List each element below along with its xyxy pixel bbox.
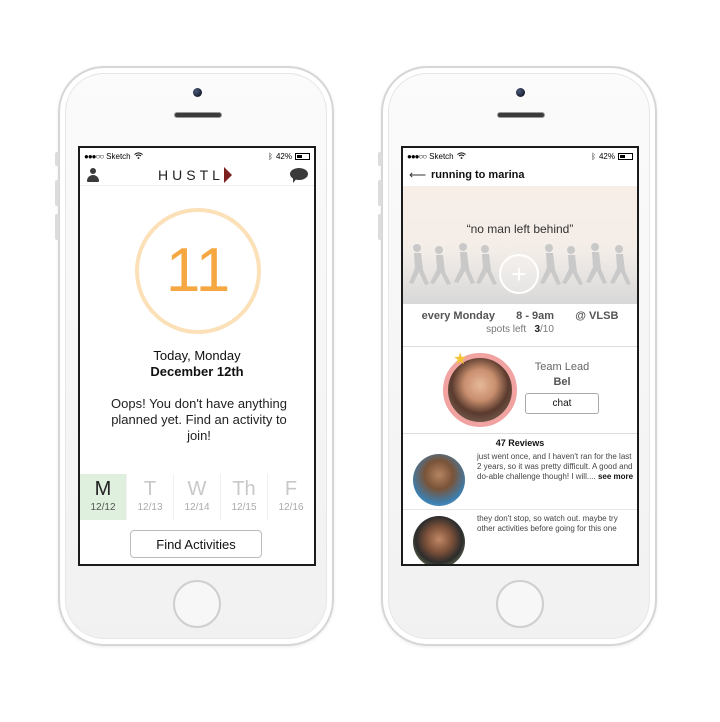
battery-icon [295, 152, 310, 160]
logo-mark-icon [223, 166, 232, 183]
front-camera [516, 88, 525, 97]
day-date: 12/14 [184, 502, 210, 513]
team-lead-role: Team Lead [534, 361, 590, 373]
day-tab-friday[interactable]: F 12/16 [268, 474, 314, 520]
spots-label: spots left [486, 324, 527, 335]
day-date: 12/12 [90, 502, 116, 513]
find-activities-button[interactable]: Find Activities [130, 530, 262, 558]
mute-switch [55, 152, 59, 166]
carrier-label: Sketch [429, 151, 454, 161]
earpiece-speaker [497, 112, 545, 118]
team-lead-card: ★ Team Lead Bel chat [403, 346, 637, 434]
battery-icon [618, 152, 633, 160]
chat-button[interactable]: chat [525, 393, 599, 414]
review-item[interactable]: they don't stop, so watch out. maybe try… [403, 512, 637, 564]
join-plus-button[interactable]: + [499, 254, 539, 294]
plus-icon: + [511, 259, 527, 289]
reviewer-avatar [413, 516, 465, 564]
wifi-icon [456, 151, 466, 161]
battery-percent: 42% [275, 151, 292, 161]
schedule-time: 8 - 9am [516, 310, 555, 322]
messages-icon[interactable] [290, 167, 308, 183]
bluetooth-icon: ᛒ [268, 151, 273, 161]
profile-icon[interactable] [86, 167, 100, 183]
status-bar: ●●●○○ Sketch ᛒ 42% [80, 148, 314, 164]
spots-total: /10 [540, 324, 554, 335]
empty-state-message: Oops! You don't have anything planned ye… [111, 396, 287, 443]
app-header: HUSTL [80, 164, 314, 186]
home-button[interactable] [496, 580, 544, 628]
home-button[interactable] [173, 580, 221, 628]
status-bar: ●●●○○ Sketch ᛒ 42% [403, 148, 637, 164]
carrier-label: Sketch [106, 151, 131, 161]
day-letter: W [187, 478, 207, 500]
day-letter: M [94, 478, 112, 500]
volume-up-button [55, 180, 59, 206]
reviews-count: 47 Reviews [495, 438, 545, 448]
review-item[interactable]: just went once, and I haven't ran for th… [403, 450, 637, 510]
see-more-link[interactable]: see more [598, 472, 633, 481]
front-camera [193, 88, 202, 97]
battery-percent: 42% [598, 151, 615, 161]
schedule-day: every Monday [421, 310, 495, 322]
bluetooth-icon: ᛒ [591, 151, 596, 161]
signal-icon: ●●●○○ [84, 151, 104, 161]
app-logo: HUSTL [158, 166, 232, 183]
activity-hero-image: “no man left behind” + [403, 186, 637, 304]
day-count: 11 [165, 236, 231, 305]
day-tab-thursday[interactable]: Th 12/15 [221, 474, 268, 520]
home-screen: ●●●○○ Sketch ᛒ 42% HUSTL 11 Today, Monda… [78, 146, 316, 566]
schedule-info: every Monday 8 - 9am @ VLSB spots left 3… [403, 310, 637, 335]
review-text: they don't stop, so watch out. maybe try… [477, 514, 618, 533]
reviewer-avatar [413, 454, 465, 506]
week-selector: M 12/12 T 12/13 W 12/14 Th 12/15 F 12/16 [80, 474, 314, 520]
phone-right: ●●●○○ Sketch ᛒ 42% ⟵ running to marina “… [378, 66, 657, 646]
day-letter: T [143, 478, 157, 500]
day-tab-monday[interactable]: M 12/12 [80, 474, 127, 520]
spots-left: spots left 3/10 [403, 324, 637, 335]
schedule-location: @ VLSB [575, 310, 619, 322]
signal-icon: ●●●○○ [407, 151, 427, 161]
day-tab-tuesday[interactable]: T 12/13 [127, 474, 174, 520]
back-arrow-icon[interactable]: ⟵ [409, 168, 427, 182]
review-text-block: they don't stop, so watch out. maybe try… [477, 514, 635, 534]
today-label: Today, Monday [153, 348, 241, 363]
activity-detail-screen: ●●●○○ Sketch ᛒ 42% ⟵ running to marina “… [401, 146, 639, 566]
day-tab-wednesday[interactable]: W 12/14 [174, 474, 221, 520]
review-text-block: just went once, and I haven't ran for th… [477, 452, 635, 482]
star-icon: ★ [453, 351, 468, 368]
day-date: 12/16 [278, 502, 304, 513]
today-date: December 12th [150, 364, 244, 379]
detail-header: ⟵ running to marina [403, 164, 637, 186]
activity-title: running to marina [431, 169, 525, 181]
mute-switch [378, 152, 382, 166]
volume-up-button [378, 180, 382, 206]
earpiece-speaker [174, 112, 222, 118]
team-lead-name: Bel [553, 376, 571, 388]
day-count-ring: 11 [135, 208, 261, 334]
volume-down-button [378, 214, 382, 240]
day-letter: Th [232, 478, 256, 500]
day-date: 12/13 [137, 502, 163, 513]
volume-down-button [55, 214, 59, 240]
day-date: 12/15 [231, 502, 257, 513]
phone-left: ●●●○○ Sketch ᛒ 42% HUSTL 11 Today, Monda… [55, 66, 334, 646]
day-letter: F [284, 478, 298, 500]
wifi-icon [133, 151, 143, 161]
activity-motto: “no man left behind” [466, 222, 574, 236]
logo-text: HUSTL [158, 166, 224, 183]
